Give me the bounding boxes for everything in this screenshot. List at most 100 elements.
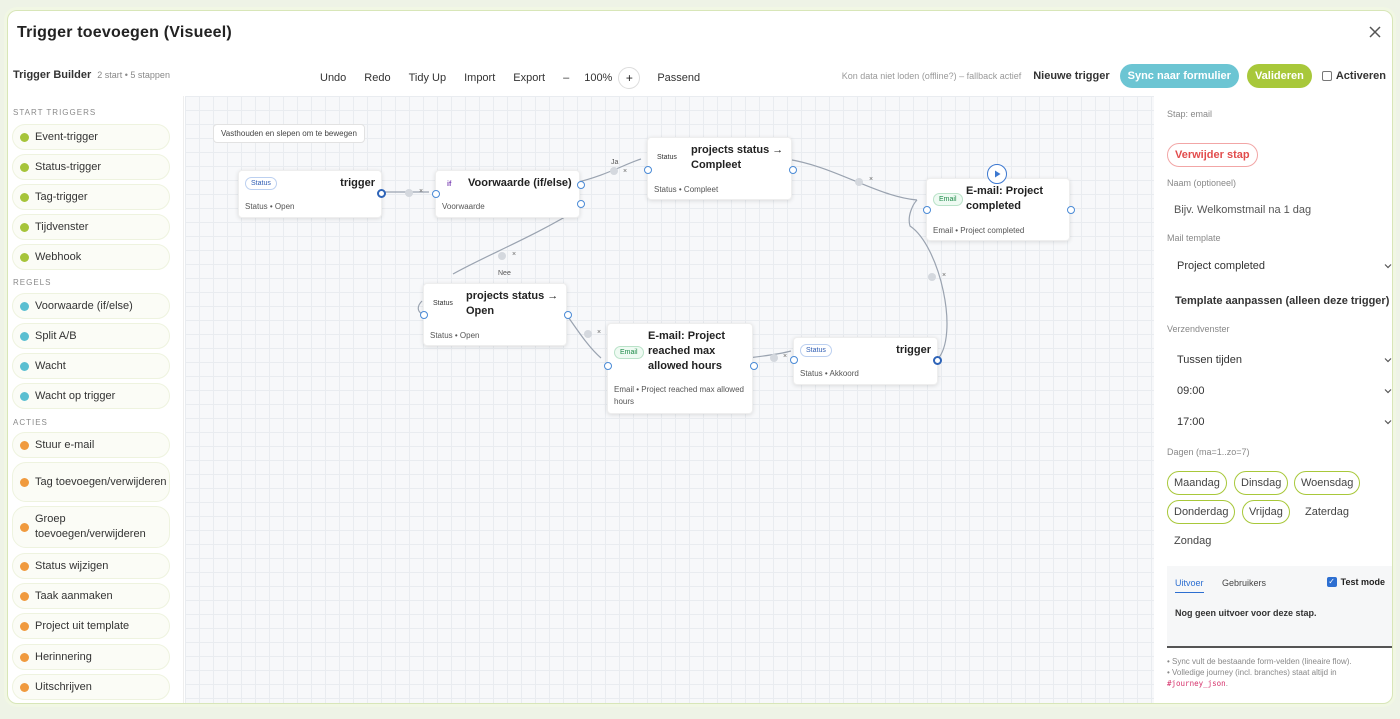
node-title: Voorwaarde (if/else) — [468, 177, 572, 189]
output-port[interactable] — [564, 311, 572, 319]
output-port[interactable] — [789, 166, 797, 174]
palette-groep-toevoegen[interactable]: Groep toevoegen/verwijderen — [12, 506, 170, 548]
edge-handle[interactable] — [610, 167, 618, 175]
remove-edge-icon[interactable]: × — [597, 329, 601, 336]
day-chip-zondag[interactable]: Zondag — [1167, 529, 1218, 553]
node-email-max-hours[interactable]: Email E-mail: Project reached max allowe… — [604, 323, 758, 414]
node-title: projects status → Open — [466, 290, 559, 317]
fit-button[interactable]: Passend — [648, 72, 709, 84]
chevron-down-icon — [1384, 389, 1392, 394]
palette-wacht-op-trigger[interactable]: Wacht op trigger — [12, 383, 170, 409]
palette-tag-toevoegen[interactable]: Tag toevoegen/verwijderen — [12, 462, 170, 502]
green-dot-icon — [20, 192, 29, 202]
node-trigger-open[interactable]: Status trigger Status • Open — [238, 170, 386, 218]
remove-edge-icon[interactable]: × — [623, 168, 627, 175]
time-to-select[interactable]: 17:00 — [1167, 409, 1392, 435]
activate-checkbox[interactable] — [1321, 71, 1332, 81]
sync-form-button[interactable]: Sync naar formulier — [1119, 64, 1239, 88]
palette-herinnering[interactable]: Herinnering — [12, 644, 170, 670]
no-output-port[interactable] — [577, 200, 585, 208]
node-email-completed[interactable]: Email E-mail: Project completed Email • … — [923, 178, 1075, 241]
day-chip-zaterdag[interactable]: Zaterdag — [1298, 500, 1356, 524]
palette-tag-trigger[interactable]: Tag-trigger — [12, 184, 170, 210]
node-trigger-akkoord[interactable]: Status trigger Status • Akkoord — [790, 337, 942, 385]
name-input[interactable]: Bijv. Welkomstmail na 1 dag — [1167, 197, 1392, 223]
palette-item-label: Voorwaarde (if/else) — [35, 300, 133, 312]
input-port[interactable] — [790, 356, 798, 364]
activate-toggle[interactable]: Activeren — [1321, 70, 1386, 82]
remove-edge-icon[interactable]: × — [942, 272, 946, 279]
remove-edge-icon[interactable]: × — [869, 176, 873, 183]
checkmark-icon[interactable]: ✓ — [1326, 577, 1337, 587]
export-button[interactable]: Export — [504, 72, 554, 84]
edge-handle[interactable] — [405, 189, 413, 197]
day-chip-woensdag[interactable]: Woensdag — [1294, 471, 1361, 495]
input-port[interactable] — [604, 362, 612, 370]
remove-edge-icon[interactable]: × — [419, 188, 423, 195]
node-condition[interactable]: if Voorwaarde (if/else) Voorwaarde — [432, 170, 585, 218]
node-subtitle: Email • Project reached max allowed hour… — [614, 385, 744, 406]
edge-handle[interactable] — [498, 252, 506, 260]
tab-gebruikers[interactable]: Gebruikers — [1222, 578, 1266, 588]
validate-button[interactable]: Valideren — [1246, 64, 1312, 88]
output-port[interactable] — [1067, 206, 1075, 214]
new-trigger-button[interactable]: Nieuwe trigger — [1033, 70, 1109, 82]
input-port[interactable] — [432, 190, 440, 198]
input-port[interactable] — [420, 311, 428, 319]
day-chip-maandag[interactable]: Maandag — [1167, 471, 1227, 495]
tidy-up-button[interactable]: Tidy Up — [400, 72, 456, 84]
edge-handle[interactable] — [770, 354, 778, 362]
remove-edge-icon[interactable]: × — [512, 251, 516, 258]
palette-webhook[interactable]: Webhook — [12, 244, 170, 270]
input-port[interactable] — [644, 166, 652, 174]
palette-uitschrijven[interactable]: Uitschrijven — [12, 674, 170, 700]
tab-uitvoer[interactable]: Uitvoer — [1175, 578, 1204, 593]
email-badge: Email — [614, 346, 644, 359]
time-from-select[interactable]: 09:00 — [1167, 378, 1392, 404]
palette-wacht[interactable]: Wacht — [12, 353, 170, 379]
palette-project-uit-template[interactable]: Project uit template — [12, 613, 170, 639]
palette-stuur-email[interactable]: Stuur e-mail — [12, 432, 170, 458]
chevron-down-icon — [1384, 358, 1392, 363]
remove-edge-icon[interactable]: × — [783, 353, 787, 360]
delete-step-button[interactable]: Verwijder stap — [1167, 143, 1258, 167]
output-port[interactable] — [750, 362, 758, 370]
zoom-in-button[interactable]: + — [618, 67, 641, 89]
palette-split-ab[interactable]: Split A/B — [12, 323, 170, 349]
edit-template-button[interactable]: Template aanpassen (alleen deze trigger) — [1175, 295, 1389, 307]
test-mode-label: Test mode — [1340, 577, 1385, 587]
edge-handle[interactable] — [584, 330, 592, 338]
palette-event-trigger[interactable]: Event-trigger — [12, 124, 170, 150]
zoom-out-button[interactable]: – — [554, 72, 578, 84]
palette-status-trigger[interactable]: Status-trigger — [12, 154, 170, 180]
day-chip-dinsdag[interactable]: Dinsdag — [1234, 471, 1289, 495]
palette-voorwaarde[interactable]: Voorwaarde (if/else) — [12, 293, 170, 319]
run-step-button[interactable] — [987, 164, 1007, 184]
window-select[interactable]: Tussen tijden — [1167, 347, 1392, 373]
redo-button[interactable]: Redo — [355, 72, 399, 84]
undo-button[interactable]: Undo — [311, 72, 355, 84]
node-status-open[interactable]: Status projects status → Open Status • O… — [420, 283, 572, 346]
palette-item-label: Groep toevoegen/verwijderen — [35, 513, 146, 540]
edge-handle[interactable] — [928, 273, 936, 281]
day-chip-vrijdag[interactable]: Vrijdag — [1242, 500, 1290, 524]
node-status-compleet[interactable]: Status projects status → Compleet Status… — [644, 137, 797, 200]
palette-taak-aanmaken[interactable]: Taak aanmaken — [12, 583, 170, 609]
close-icon[interactable] — [1366, 23, 1384, 41]
palette-item-label: Event-trigger — [35, 131, 98, 143]
yes-output-port[interactable] — [577, 181, 585, 189]
output-port[interactable] — [377, 189, 386, 198]
day-chip-donderdag[interactable]: Donderdag — [1167, 500, 1236, 524]
output-port[interactable] — [933, 356, 942, 365]
import-button[interactable]: Import — [455, 72, 504, 84]
template-select[interactable]: Project completed — [1167, 253, 1392, 279]
palette-status-wijzigen[interactable]: Status wijzigen — [12, 553, 170, 579]
test-mode-toggle[interactable]: ✓ Test mode — [1326, 577, 1385, 587]
input-port[interactable] — [923, 206, 931, 214]
toolbar: Trigger Builder 2 start • 5 stappen Undo… — [8, 61, 1392, 91]
palette-tijdvenster[interactable]: Tijdvenster — [12, 214, 170, 240]
edge-label-no: Nee — [498, 270, 511, 277]
node-subtitle: Status • Akkoord — [800, 369, 859, 378]
edge-handle[interactable] — [855, 178, 863, 186]
flow-canvas[interactable]: Vasthouden en slepen om te bewegen × × J… — [185, 96, 1154, 703]
